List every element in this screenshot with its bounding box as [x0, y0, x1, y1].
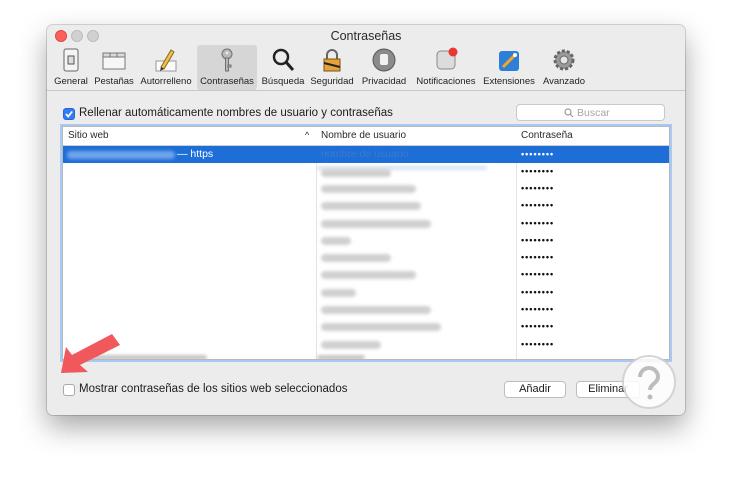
table-row[interactable]: •••••••• — [63, 197, 669, 214]
table-row[interactable]: •••••••• — [63, 249, 669, 266]
table-row[interactable]: •••••••• — [63, 318, 669, 335]
table-row[interactable]: •••••••• — [63, 266, 669, 283]
gear-icon — [553, 49, 575, 71]
tab-autofill[interactable]: Autorrelleno — [137, 45, 195, 90]
add-button[interactable]: Añadir — [504, 381, 566, 398]
annotation-arrow-icon — [61, 334, 120, 373]
column-header-password[interactable]: Contraseña — [521, 130, 573, 141]
general-switch-icon — [63, 48, 79, 72]
tab-notifications[interactable]: Notificaciones — [411, 45, 481, 90]
search-field[interactable]: Buscar — [516, 104, 665, 121]
checkmark-icon — [65, 110, 73, 118]
table-row[interactable]: •••••••• — [63, 336, 669, 353]
table-row[interactable]: •••••••• — [63, 215, 669, 232]
sort-ascending-icon[interactable]: ^ — [305, 130, 309, 140]
search-icon — [564, 108, 574, 118]
lock-icon — [323, 49, 341, 72]
column-header-site[interactable]: Sitio web — [68, 130, 109, 141]
pencil-icon — [155, 49, 177, 72]
autofill-label: Rellenar automáticamente nombres de usua… — [79, 107, 393, 119]
username-cell: nombre de usuario — [321, 148, 409, 160]
hand-icon — [372, 48, 396, 72]
tab-security[interactable]: Seguridad — [307, 45, 357, 90]
site-suffix: — https — [177, 148, 214, 160]
watermark-logo — [622, 355, 676, 409]
key-icon — [221, 48, 233, 72]
show-passwords-label: Mostrar contraseñas de los sitios web se… — [79, 383, 348, 395]
puzzle-icon — [499, 51, 519, 71]
search-placeholder: Buscar — [577, 107, 610, 119]
table-row[interactable]: •••••••• — [63, 232, 669, 249]
window-title: Contraseñas — [330, 29, 402, 43]
title-bar: Contraseñas — [47, 25, 685, 46]
magnifier-icon — [272, 48, 295, 71]
table-header: Sitio web ^ Nombre de usuario Contraseña — [63, 127, 669, 146]
passwords-pane: Rellenar automáticamente nombres de usua… — [47, 91, 685, 415]
table-row-selected[interactable]: — https nombre de usuario •••••••• — [63, 146, 669, 163]
tab-privacy[interactable]: Privacidad — [359, 45, 409, 90]
notification-icon — [436, 47, 458, 70]
autofill-checkbox[interactable] — [63, 108, 75, 120]
tab-search[interactable]: Búsqueda — [259, 45, 307, 90]
tab-tabs[interactable]: Pestañas — [91, 45, 137, 90]
tab-extensions[interactable]: Extensiones — [481, 45, 537, 90]
redacted-site — [67, 151, 175, 159]
table-row[interactable]: •••••••• — [63, 180, 669, 197]
preferences-toolbar: General Pestañas Autorrelleno Contraseña… — [47, 45, 685, 91]
tab-advanced[interactable]: Avanzado — [537, 45, 591, 90]
table-row[interactable]: •••••••• — [63, 301, 669, 318]
password-cell: •••••••• — [521, 149, 555, 159]
show-passwords-checkbox[interactable] — [63, 384, 75, 396]
tab-passwords[interactable]: Contraseñas — [197, 45, 257, 90]
table-row[interactable]: •••••••• — [63, 284, 669, 301]
tabs-icon — [102, 52, 126, 70]
passwords-table[interactable]: Sitio web ^ Nombre de usuario Contraseña… — [62, 126, 670, 360]
table-row[interactable] — [63, 353, 669, 359]
table-row[interactable]: •••••••• — [63, 163, 669, 180]
preferences-window: Contraseñas General Pestañas Autorrellen… — [47, 25, 685, 415]
column-header-username[interactable]: Nombre de usuario — [321, 130, 406, 141]
tab-general[interactable]: General — [51, 45, 91, 90]
